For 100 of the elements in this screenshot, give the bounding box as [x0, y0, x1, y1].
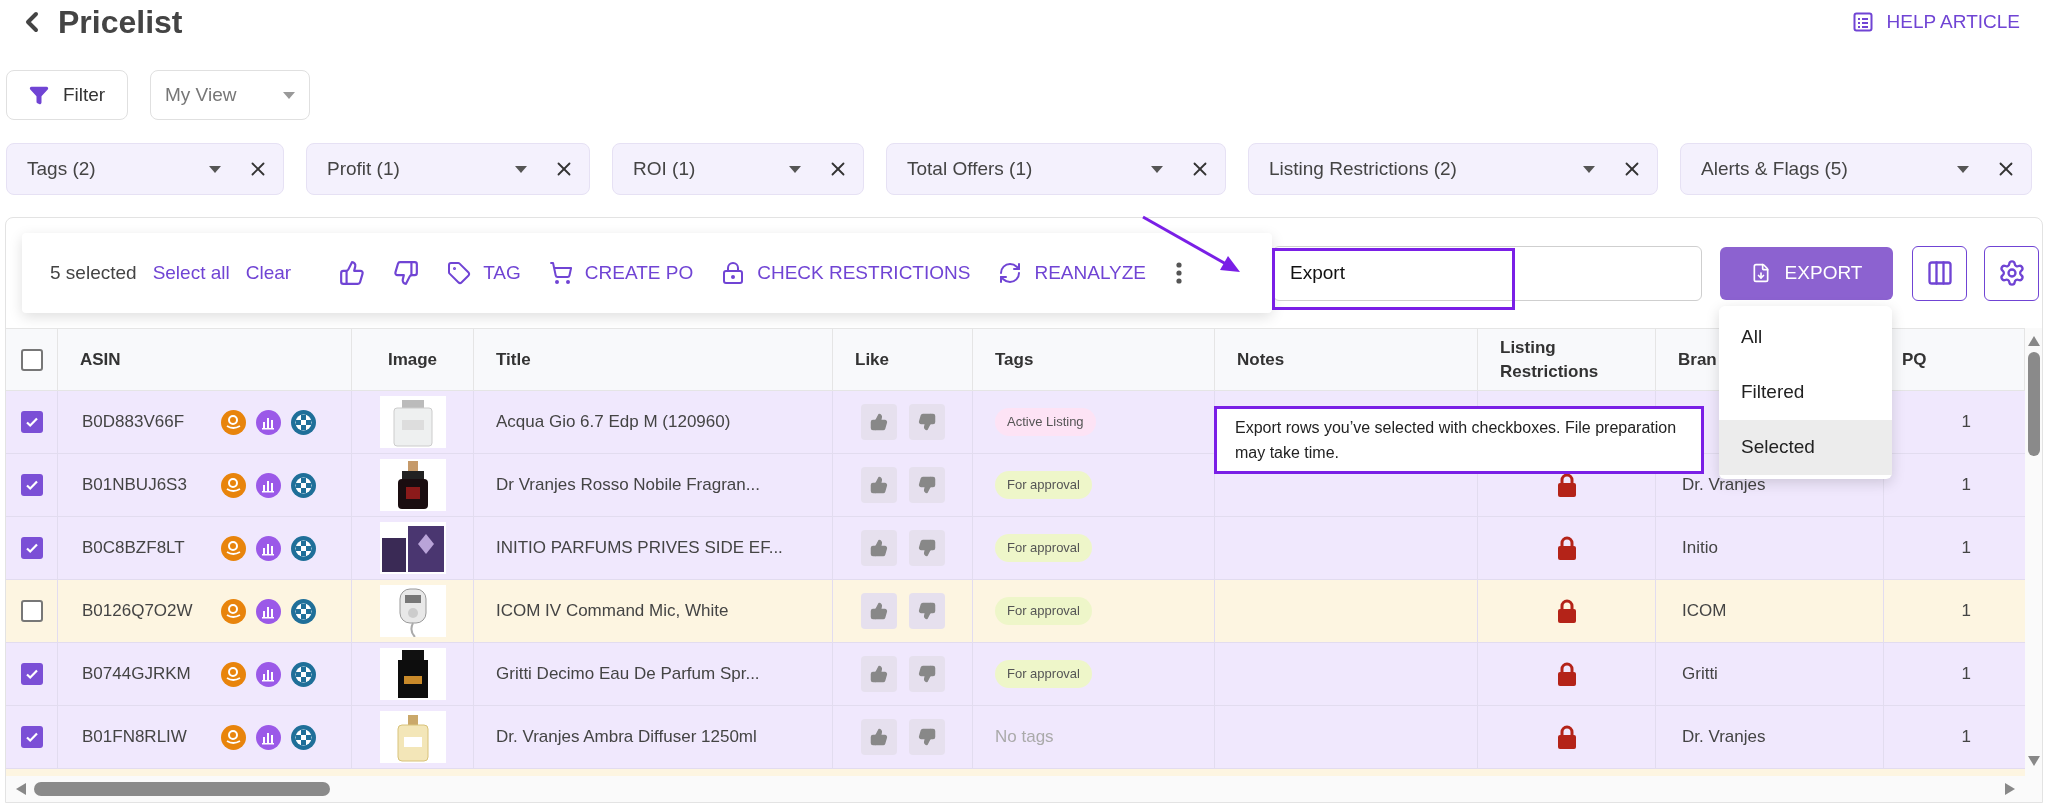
dislike-button[interactable] [908, 467, 945, 503]
horizontal-scrollbar[interactable] [6, 776, 2025, 802]
dislike-button[interactable] [908, 404, 945, 440]
checkbox[interactable] [20, 600, 43, 622]
table-row[interactable]: B0126Q7O2W ICOM IV Command Mic, White For approval ICOM 1 [6, 580, 2025, 643]
scroll-right-icon[interactable] [2005, 783, 2015, 795]
thumbs-down-icon[interactable] [393, 260, 420, 286]
grid-icon[interactable] [291, 409, 316, 435]
columns-button[interactable] [1912, 245, 1967, 301]
checkbox[interactable] [20, 537, 43, 559]
title-cell-text: Dr Vranjes Rosso Nobile Fragran... [496, 474, 760, 497]
caret-icon [1151, 165, 1163, 173]
settings-button[interactable] [1984, 245, 2039, 301]
asin-cell-text: B0D883V66F [82, 411, 186, 434]
table-row[interactable]: B0744GJRKM Gritti Decimo Eau De Parfum Spr... For approval Gritti 1 [6, 643, 2025, 706]
dislike-button[interactable] [908, 656, 945, 692]
title-cell-text: Gritti Decimo Eau De Parfum Spr... [496, 663, 760, 686]
like-button[interactable] [860, 467, 897, 503]
filter-chip[interactable]: Tags (2) [6, 143, 284, 195]
column-header[interactable]: Image [387, 347, 438, 372]
table-row[interactable]: B01FN8RLIW Dr. Vranjes Ambra Diffuser 1250ml No tags Dr. Vranjes 1 [6, 706, 2025, 769]
chart-icon[interactable] [256, 409, 281, 435]
grid-icon[interactable] [291, 724, 316, 750]
like-button[interactable] [860, 530, 897, 566]
column-header[interactable]: ASIN [80, 347, 121, 372]
chart-icon[interactable] [256, 598, 281, 624]
checkbox[interactable] [20, 348, 43, 371]
scrollbar-thumb[interactable] [34, 782, 330, 796]
grid-icon[interactable] [291, 535, 316, 561]
grid-icon[interactable] [291, 472, 316, 498]
search-input[interactable]: Export [1290, 258, 1685, 288]
amazon-icon[interactable] [221, 661, 246, 687]
search-field[interactable]: Export [1273, 245, 1702, 301]
asin-cell-text: B01FN8RLIW [82, 726, 188, 749]
filter-chip[interactable]: ROI (1) [612, 143, 864, 195]
dislike-button[interactable] [908, 530, 945, 566]
select-all-link[interactable]: Select all [152, 258, 230, 288]
grid-icon[interactable] [291, 661, 316, 687]
column-header[interactable]: Listing Restrictions [1500, 335, 1655, 384]
chart-icon[interactable] [256, 472, 281, 498]
filter-chip[interactable]: Listing Restrictions (2) [1248, 143, 1658, 195]
menu-item[interactable]: Selected [1719, 420, 1892, 475]
caret-icon [1957, 165, 1969, 173]
page-title: Pricelist [58, 3, 183, 42]
more-icon[interactable] [1176, 262, 1182, 284]
thumbs-down-icon [917, 413, 936, 431]
amazon-icon[interactable] [221, 409, 246, 435]
column-header[interactable]: PQ [1902, 347, 1927, 372]
toolbar-action[interactable]: CREATE PO [548, 258, 694, 288]
grid-icon[interactable] [291, 598, 316, 624]
amazon-icon[interactable] [221, 472, 246, 498]
toolbar-action[interactable]: TAG [447, 258, 521, 288]
column-header[interactable]: Bran [1678, 347, 1717, 372]
chart-icon[interactable] [256, 661, 281, 687]
filter-chip[interactable]: Total Offers (1) [886, 143, 1226, 195]
checkbox[interactable] [20, 474, 43, 496]
vertical-scrollbar[interactable] [2025, 328, 2042, 802]
menu-item[interactable]: All [1719, 310, 1892, 365]
asin-cell-text: B0C8BZF8LT [82, 537, 186, 560]
clear-link[interactable]: Clear [245, 258, 292, 288]
menu-item[interactable]: Filtered [1719, 365, 1892, 420]
table-row[interactable]: B0C8BZF8LT INITIO PARFUMS PRIVES SIDE EF... For approval Initio 1 [6, 517, 2025, 580]
pq-cell-text: 1 [1961, 600, 1971, 623]
filter-button[interactable]: Filter [6, 70, 128, 120]
scroll-left-icon[interactable] [16, 783, 26, 795]
checkbox[interactable] [20, 411, 43, 433]
dislike-button[interactable] [908, 593, 945, 629]
scroll-up-icon[interactable] [2027, 336, 2040, 346]
like-button[interactable] [860, 593, 897, 629]
amazon-icon[interactable] [221, 535, 246, 561]
column-header[interactable]: Like [855, 347, 890, 372]
amazon-icon[interactable] [221, 598, 246, 624]
dislike-button[interactable] [908, 719, 945, 755]
checkbox[interactable] [20, 663, 43, 685]
checkbox[interactable] [20, 726, 43, 748]
refresh-icon [998, 261, 1023, 285]
column-header[interactable]: Title [496, 347, 531, 372]
help-article-link[interactable]: HELP ARTICLE [1852, 7, 2020, 37]
thumbs-up-icon[interactable] [339, 260, 366, 286]
toolbar-action[interactable]: REANALYZE [998, 258, 1146, 288]
like-button[interactable] [860, 404, 897, 440]
filter-chip[interactable]: Alerts & Flags (5) [1680, 143, 2032, 195]
chart-icon[interactable] [256, 724, 281, 750]
like-button[interactable] [860, 656, 897, 692]
thumbs-up-icon [869, 728, 888, 746]
thumbs-up-icon [869, 602, 888, 620]
view-select[interactable]: My View [150, 70, 310, 120]
column-header[interactable]: Tags [995, 347, 1034, 372]
chart-icon[interactable] [256, 535, 281, 561]
toolbar-action[interactable]: CHECK RESTRICTIONS [721, 258, 971, 288]
scroll-down-icon[interactable] [2027, 756, 2040, 766]
column-header[interactable]: Notes [1237, 347, 1285, 372]
like-button[interactable] [860, 719, 897, 755]
scrollbar-thumb[interactable] [2027, 352, 2040, 456]
export-button[interactable]: EXPORT [1720, 246, 1893, 300]
filter-chip[interactable]: Profit (1) [306, 143, 590, 195]
thumbs-down-icon [917, 665, 936, 683]
selected-count: 5 selected [50, 260, 137, 285]
brand-cell-text: ICOM [1682, 600, 1727, 623]
amazon-icon[interactable] [221, 724, 246, 750]
